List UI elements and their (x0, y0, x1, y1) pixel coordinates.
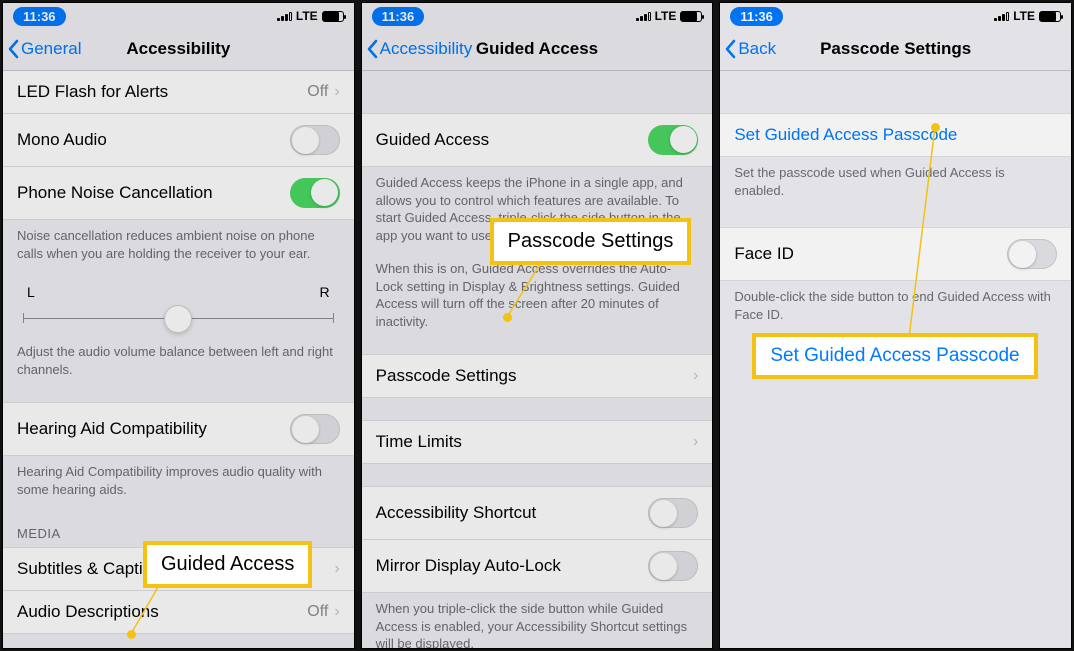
section-header-learning: LEARNING (3, 634, 354, 649)
highlight-dot (127, 630, 136, 639)
chevron-right-icon: › (334, 83, 339, 101)
balance-slider[interactable] (23, 304, 334, 332)
balance-right-label: R (320, 284, 330, 300)
signal-icon (636, 11, 651, 21)
chevron-left-icon (724, 39, 736, 59)
row-label: Passcode Settings (376, 366, 517, 386)
row-label: Set Guided Access Passcode (734, 125, 957, 145)
row-time-limits[interactable]: Time Limits › (362, 421, 713, 463)
nav-bar: Accessibility Guided Access (362, 27, 713, 71)
callout-set-passcode: Set Guided Access Passcode (752, 333, 1037, 379)
chevron-left-icon (7, 39, 19, 59)
status-time: 11:36 (13, 7, 66, 26)
slider-knob[interactable] (164, 305, 192, 333)
chevron-right-icon: › (693, 367, 698, 385)
footer-hearing: Hearing Aid Compatibility improves audio… (3, 456, 354, 512)
callout-passcode-settings: Passcode Settings (490, 218, 692, 265)
battery-icon (322, 11, 344, 22)
row-set-passcode[interactable]: Set Guided Access Passcode (720, 114, 1071, 156)
row-label: Mirror Display Auto-Lock (376, 556, 561, 576)
row-accessibility-shortcut[interactable]: Accessibility Shortcut (362, 487, 713, 539)
back-button[interactable]: Back (720, 39, 776, 59)
network-label: LTE (296, 9, 318, 23)
footer-faceid: Double-click the side button to end Guid… (720, 281, 1071, 337)
callout-guided-access: Guided Access (143, 541, 312, 588)
status-bar: 11:36 LTE (3, 3, 354, 27)
row-led-flash[interactable]: LED Flash for Alerts Off › (3, 71, 354, 113)
row-label: Audio Descriptions (17, 602, 159, 622)
signal-icon (994, 11, 1009, 21)
toggle-mono-audio[interactable] (290, 125, 340, 155)
footer-balance: Adjust the audio volume balance between … (3, 336, 354, 392)
row-mono-audio[interactable]: Mono Audio (3, 113, 354, 166)
network-label: LTE (1013, 9, 1035, 23)
status-bar: 11:36 LTE (720, 3, 1071, 27)
chevron-right-icon: › (693, 433, 698, 451)
row-face-id[interactable]: Face ID (720, 228, 1071, 280)
footer-ga2: When this is on, Guided Access overrides… (362, 258, 713, 344)
row-label: Accessibility Shortcut (376, 503, 537, 523)
battery-icon (1039, 11, 1061, 22)
toggle-accessibility-shortcut[interactable] (648, 498, 698, 528)
row-label: Mono Audio (17, 130, 107, 150)
row-label: Phone Noise Cancellation (17, 183, 213, 203)
status-time: 11:36 (730, 7, 783, 26)
row-label: Hearing Aid Compatibility (17, 419, 207, 439)
screen-accessibility: 11:36 LTE General Accessibility LED Flas… (2, 2, 355, 649)
row-label: Face ID (734, 244, 794, 264)
back-button[interactable]: Accessibility (362, 39, 473, 59)
row-label: LED Flash for Alerts (17, 82, 168, 102)
nav-bar: General Accessibility (3, 27, 354, 71)
chevron-right-icon: › (334, 603, 339, 621)
row-label: Guided Access (376, 130, 489, 150)
battery-icon (680, 11, 702, 22)
status-time: 11:36 (372, 7, 425, 26)
network-label: LTE (655, 9, 677, 23)
toggle-hearing-aid[interactable] (290, 414, 340, 444)
row-label: Time Limits (376, 432, 462, 452)
toggle-noise-cancellation[interactable] (290, 178, 340, 208)
row-passcode-settings[interactable]: Passcode Settings › (362, 355, 713, 397)
footer-noise: Noise cancellation reduces ambient noise… (3, 220, 354, 276)
toggle-mirror-autolock[interactable] (648, 551, 698, 581)
chevron-right-icon: › (334, 560, 339, 578)
row-hearing-aid[interactable]: Hearing Aid Compatibility (3, 403, 354, 455)
highlight-dot (503, 313, 512, 322)
toggle-face-id[interactable] (1007, 239, 1057, 269)
balance-slider-section: L R (3, 276, 354, 336)
toggle-guided-access[interactable] (648, 125, 698, 155)
nav-bar: Back Passcode Settings (720, 27, 1071, 71)
screen-passcode-settings: 11:36 LTE Back Passcode Settings Set Gui… (719, 2, 1072, 649)
row-guided-access-toggle[interactable]: Guided Access (362, 114, 713, 166)
back-label: Back (738, 39, 776, 59)
chevron-left-icon (366, 39, 378, 59)
row-noise-cancellation[interactable]: Phone Noise Cancellation (3, 166, 354, 219)
signal-icon (277, 11, 292, 21)
status-bar: 11:36 LTE (362, 3, 713, 27)
footer-mirror: When you triple-click the side button wh… (362, 593, 713, 649)
back-label: Accessibility (380, 39, 473, 59)
back-button[interactable]: General (3, 39, 81, 59)
footer-setpasscode: Set the passcode used when Guided Access… (720, 157, 1071, 213)
row-value: Off (307, 603, 328, 621)
row-value: Off (307, 83, 328, 101)
back-label: General (21, 39, 81, 59)
row-audio-descriptions[interactable]: Audio Descriptions Off › (3, 590, 354, 633)
balance-left-label: L (27, 284, 35, 300)
screen-guided-access: 11:36 LTE Accessibility Guided Access Gu… (361, 2, 714, 649)
row-mirror-autolock[interactable]: Mirror Display Auto-Lock (362, 539, 713, 592)
